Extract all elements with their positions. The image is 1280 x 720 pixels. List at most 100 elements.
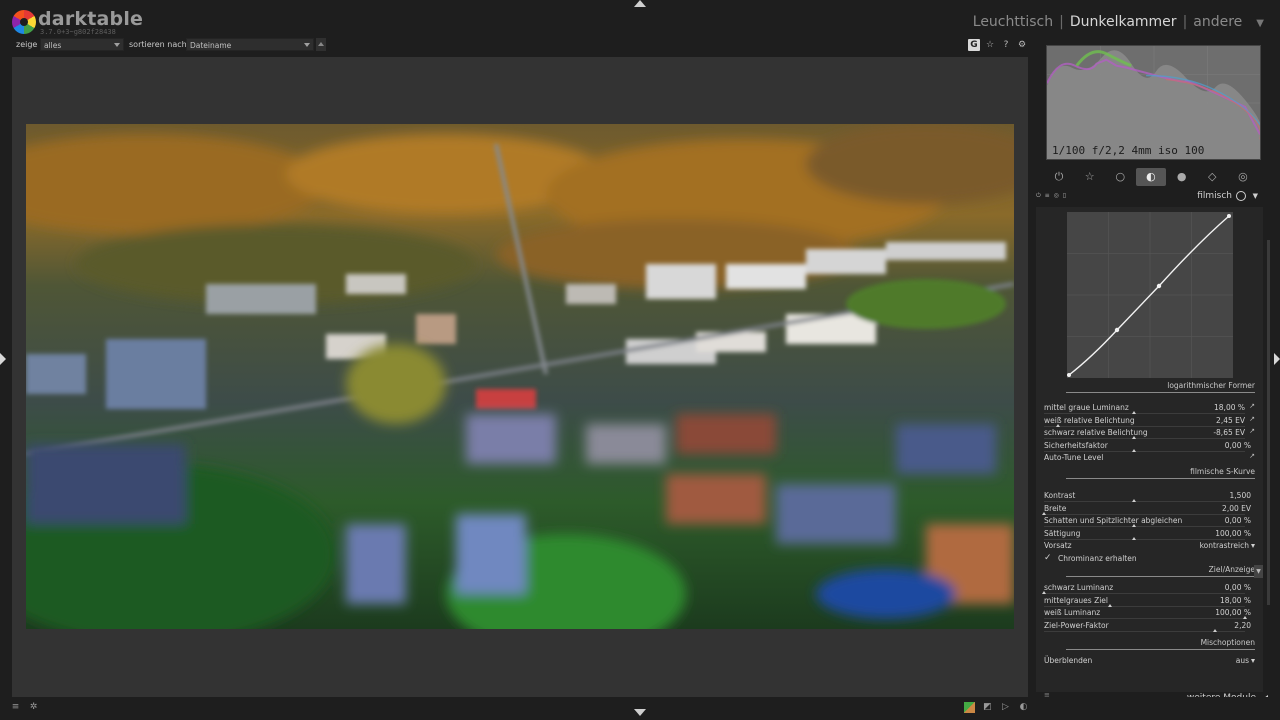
collapse-bottom-panel-icon[interactable] (634, 709, 646, 716)
slider-marker[interactable] (1042, 511, 1046, 515)
base-group-icon[interactable]: ☆ (1075, 168, 1105, 186)
star-overlay-icon[interactable]: ☆ (984, 39, 996, 51)
color-assessment-icon[interactable] (964, 702, 975, 713)
slider-track[interactable] (1044, 526, 1245, 528)
slider-row[interactable]: weiß Luminanz 100,00 % (1044, 608, 1255, 620)
view-darkroom[interactable]: Dunkelkammer (1070, 14, 1177, 30)
slider-value: 1,500 (1229, 491, 1251, 500)
slider-track[interactable] (1044, 413, 1245, 414)
presets-icon[interactable]: ≡ (10, 702, 21, 713)
auto-tune-row[interactable]: Auto-Tune Level ↗ (1044, 452, 1255, 465)
slider-row[interactable]: Sättigung 100,00 % (1044, 529, 1255, 541)
slider-track[interactable] (1044, 605, 1245, 607)
slider-track[interactable] (1044, 425, 1245, 427)
slider-row[interactable]: Ziel-Power-Faktor 2,20 (1044, 621, 1255, 633)
sort-direction-button[interactable] (316, 38, 326, 51)
collapse-top-panel-icon[interactable] (634, 0, 646, 7)
module-group-tabs: ⏻ ☆ ○ ◐ ● ◇ ◎ (1036, 168, 1266, 186)
slider-label: mittel graue Luminanz (1044, 403, 1129, 412)
slider-marker[interactable] (1056, 423, 1061, 427)
correct-group-icon[interactable]: ● (1167, 168, 1197, 186)
slider-value: 0,00 % (1224, 440, 1251, 450)
slider-row[interactable]: mittel graue Luminanz 18,00 % ↗ (1044, 402, 1255, 415)
histogram[interactable]: 1/100 f/2,2 4mm iso 100 (1046, 45, 1261, 160)
slider-marker[interactable] (1132, 448, 1137, 452)
slider-track[interactable] (1044, 501, 1245, 502)
slider-row[interactable]: mittelgraues Ziel 18,00 % (1044, 596, 1255, 608)
section-blend-options[interactable]: Mischoptionen (1201, 638, 1255, 647)
grouping-icon[interactable]: G (968, 39, 980, 51)
slider-marker[interactable] (1132, 499, 1137, 502)
slider-marker[interactable] (1132, 436, 1137, 440)
styles-icon[interactable]: ✲ (28, 702, 39, 713)
section-divider (1066, 576, 1255, 577)
slider-marker[interactable] (1132, 536, 1137, 540)
slider-track[interactable] (1044, 513, 1245, 515)
slider-row[interactable]: Sicherheitsfaktor 0,00 % (1044, 441, 1255, 453)
help-icon[interactable]: ? (1000, 39, 1012, 51)
preserve-chroma-checkbox[interactable]: ✓ Chrominanz erhalten (1044, 553, 1244, 565)
view-switcher: Leuchttisch | Dunkelkammer | andere ▼ (973, 14, 1264, 30)
color-group-icon[interactable]: ◐ (1135, 168, 1166, 186)
slider-row[interactable]: schwarz Luminanz 0,00 % (1042, 583, 1255, 595)
section-target[interactable]: Ziel/Anzeige (1209, 565, 1255, 574)
chevron-down-icon[interactable]: ▼ (1256, 18, 1264, 29)
slider-marker[interactable] (1132, 411, 1137, 414)
sort-select[interactable]: Dateiname (186, 38, 314, 51)
collapse-left-panel-icon[interactable] (0, 353, 6, 365)
slider-label: Kontrast (1044, 491, 1076, 500)
slider-value: 2,00 EV (1222, 503, 1251, 513)
chevron-down-icon (114, 43, 120, 47)
gamut-check-icon[interactable]: ▷ (1000, 702, 1011, 713)
slider-row[interactable]: schwarz relative Belichtung -8,65 EV ↗ (1044, 427, 1255, 440)
section-divider (1066, 478, 1255, 479)
module-header[interactable]: ⏻ ≡ ◎ ▯ filmisch ▼ (1036, 190, 1264, 204)
section-s-curve[interactable]: filmische S-Kurve (1190, 467, 1255, 476)
color-picker-icon[interactable]: ↗ (1249, 452, 1255, 460)
presets-group-icon[interactable]: ◎ (1228, 168, 1258, 186)
slider-track[interactable] (1044, 593, 1245, 594)
active-modules-group-icon[interactable]: ⏻ (1044, 168, 1074, 186)
softproof-icon[interactable]: ◩ (982, 702, 993, 713)
slider-marker[interactable] (1212, 628, 1217, 632)
tone-group-icon[interactable]: ○ (1105, 168, 1135, 186)
slider-row[interactable]: Schatten und Spitzlichter abgleichen 0,00… (1044, 516, 1255, 528)
slider-marker[interactable] (1243, 616, 1247, 620)
chevron-down-icon[interactable]: ▼ (1253, 192, 1258, 200)
slider-label: Schatten und Spitzlichter abgleichen (1044, 516, 1183, 526)
edited-photo[interactable] (26, 124, 1014, 629)
darktable-logo-icon (12, 10, 36, 34)
slider-row[interactable]: weiß relative Belichtung 2,45 EV ↗ (1044, 415, 1255, 428)
slider-track[interactable] (1044, 450, 1245, 452)
right-panel: 1/100 f/2,2 4mm iso 100 ⏻ ☆ ○ ◐ ● ◇ ◎ ⏻ ≡ ◎ ▯ … (1033, 42, 1273, 697)
effect-group-icon[interactable]: ◇ (1197, 168, 1227, 186)
view-lighttable[interactable]: Leuchttisch (973, 14, 1053, 30)
slider-marker[interactable] (1042, 591, 1046, 594)
slider-track[interactable] (1044, 618, 1245, 620)
combo-label: Vorsatz (1044, 541, 1072, 550)
preset-combo[interactable]: Vorsatz kontrastreich (1044, 541, 1255, 553)
slider-track[interactable] (1044, 438, 1245, 440)
gear-icon[interactable]: ⚙ (1016, 39, 1028, 51)
blend-combo[interactable]: Überblenden aus (1044, 656, 1255, 668)
slider-row[interactable]: Kontrast 1,500 (1044, 491, 1255, 503)
overexposed-icon[interactable]: ◐ (1018, 702, 1029, 713)
color-picker-icon[interactable]: ↗ (1249, 402, 1255, 410)
view-other[interactable]: andere (1193, 14, 1242, 30)
module-header-icons[interactable]: ⏻ ≡ ◎ ▯ (1036, 192, 1067, 200)
chevron-down-icon[interactable]: ▼ (1254, 565, 1263, 578)
module-power-icon[interactable] (1236, 191, 1246, 201)
color-picker-icon[interactable]: ↗ (1249, 427, 1255, 435)
slider-row[interactable]: Breite 2,00 EV (1042, 503, 1255, 516)
sort-label: sortieren nach (129, 40, 187, 49)
slider-track[interactable] (1044, 538, 1245, 540)
slider-marker[interactable] (1108, 603, 1113, 607)
section-divider (1066, 649, 1255, 650)
checkmark-icon: ✓ (1044, 553, 1052, 563)
slider-marker[interactable] (1132, 524, 1137, 528)
section-log-shaper[interactable]: logarithmischer Former (1167, 381, 1255, 390)
collapse-right-panel-icon[interactable] (1274, 353, 1280, 365)
right-panel-scrollbar[interactable] (1267, 240, 1270, 605)
color-picker-icon[interactable]: ↗ (1249, 415, 1255, 423)
show-filter-select[interactable]: alles (40, 38, 124, 51)
